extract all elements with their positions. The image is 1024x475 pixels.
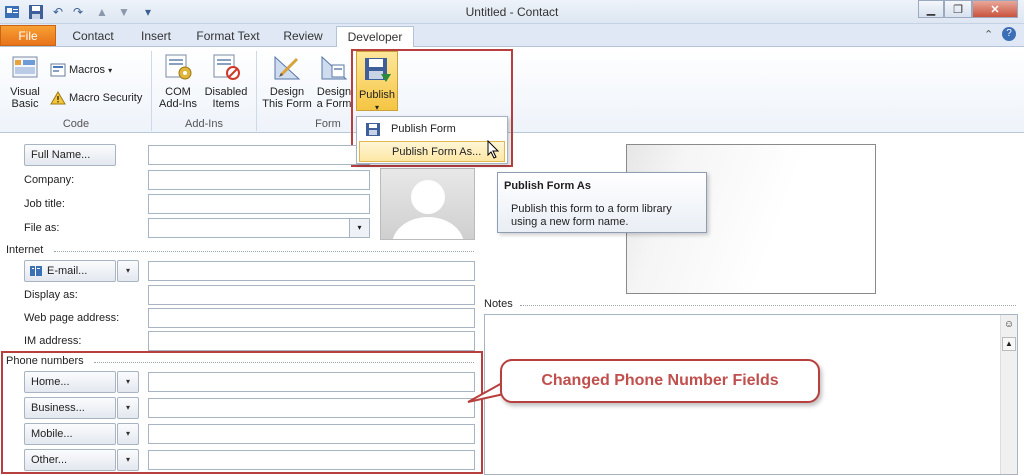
macros-button[interactable]: Macros ▾ — [50, 63, 112, 77]
macros-dropdown-icon: ▾ — [108, 65, 113, 75]
job-title-label: Job title: — [24, 198, 65, 210]
scroll-up-icon[interactable]: ▲ — [1002, 337, 1016, 351]
tooltip-title: Publish Form As — [504, 180, 591, 192]
contact-photo[interactable] — [380, 168, 475, 240]
publish-form-as-tooltip: Publish Form As Publish this form to a f… — [497, 172, 707, 233]
notes-label: Notes — [484, 298, 513, 310]
com-addins-button[interactable]: COM Add-Ins — [156, 51, 200, 110]
tab-contact[interactable]: Contact — [60, 26, 126, 47]
display-as-label: Display as: — [24, 289, 78, 301]
ribbon-separator — [256, 51, 257, 131]
im-address-label: IM address: — [24, 335, 82, 347]
company-label: Company: — [24, 174, 75, 186]
tooltip-body-line-1: Publish this form to a form library — [511, 203, 672, 215]
visual-basic-icon — [12, 56, 38, 78]
macros-icon — [50, 63, 66, 77]
tooltip-body-line-2: using a new form name. — [511, 216, 629, 228]
design-this-form-button[interactable]: Design This Form — [260, 51, 314, 110]
tab-format-text[interactable]: Format Text — [186, 26, 270, 47]
phone-highlight-box — [1, 351, 483, 474]
publish-form-label: Publish Form — [391, 123, 456, 135]
group-label-addins: Add-Ins — [185, 118, 223, 130]
notes-scrollbar[interactable]: ☺ ▲ — [1000, 315, 1017, 474]
internet-section-header: Internet — [6, 244, 44, 256]
close-icon[interactable]: ✕ — [972, 0, 1018, 18]
group-label-code: Code — [62, 118, 90, 130]
full-name-button[interactable]: Full Name... — [24, 144, 116, 166]
macros-label: Macros — [69, 64, 106, 76]
im-address-field[interactable] — [148, 331, 475, 351]
com-addins-label-2: Add-Ins — [159, 98, 197, 110]
macro-security-label: Macro Security — [69, 92, 143, 104]
tab-developer[interactable]: Developer — [336, 26, 414, 49]
visual-basic-button[interactable]: Visual Basic — [4, 51, 46, 110]
disabled-items-button[interactable]: Disabled Items — [202, 51, 250, 110]
design-this-form-icon — [274, 55, 301, 80]
ribbon-tabs: File Contact Insert Format Text Review D… — [0, 24, 1024, 49]
com-addins-label-1: COM — [165, 86, 191, 98]
minimize-icon[interactable]: ▁ — [918, 0, 944, 18]
email-button-label: E-mail... — [47, 265, 88, 277]
design-this-form-label-2: This Form — [262, 98, 312, 110]
file-as-field[interactable]: ▾ — [148, 218, 370, 238]
disabled-items-icon — [213, 54, 240, 80]
ribbon-separator — [151, 51, 152, 131]
design-a-form-icon — [321, 55, 348, 80]
file-as-dropdown-icon[interactable]: ▾ — [349, 219, 369, 237]
design-a-form-label-2: a Form — [316, 98, 352, 110]
restore-icon[interactable]: ❐ — [944, 0, 972, 18]
disabled-items-label-1: Disabled — [204, 86, 248, 98]
tab-file[interactable]: File — [0, 25, 56, 46]
visual-basic-label-2: Basic — [11, 98, 39, 110]
menu-item-publish-form-as[interactable]: Publish Form As... — [359, 141, 505, 162]
publish-form-as-label: Publish Form As... — [392, 146, 482, 158]
com-addins-icon — [165, 54, 192, 80]
full-name-field[interactable] — [148, 145, 370, 165]
design-this-form-label-1: Design — [269, 86, 305, 98]
tab-review[interactable]: Review — [272, 26, 334, 47]
publish-form-icon — [366, 123, 380, 136]
section-divider — [520, 305, 1016, 306]
section-divider — [54, 251, 474, 252]
design-a-form-button[interactable]: Design a Form — [314, 51, 354, 110]
email-button[interactable]: E-mail... — [24, 260, 116, 282]
mouse-cursor-icon — [487, 140, 500, 159]
tab-insert[interactable]: Insert — [128, 26, 184, 47]
visual-basic-label-1: Visual — [10, 86, 40, 98]
macro-security-button[interactable]: Macro Security — [50, 91, 142, 105]
warning-icon — [50, 91, 66, 105]
title-bar: ↶ ↷ ▲ ▼ ▾ Untitled - Contact ▁ ❐ ✕ — [0, 0, 1024, 24]
file-as-label: File as: — [24, 222, 60, 234]
person-silhouette-icon — [392, 180, 464, 239]
smiley-icon[interactable]: ☺ — [1002, 319, 1016, 333]
help-icon[interactable]: ? — [1002, 27, 1016, 41]
company-field[interactable] — [148, 170, 370, 190]
address-book-icon — [30, 266, 42, 276]
window-title: Untitled - Contact — [465, 5, 559, 19]
web-page-label: Web page address: — [24, 312, 120, 324]
disabled-items-label-2: Items — [212, 98, 240, 110]
design-a-form-label-1: Design — [316, 86, 352, 98]
email-field[interactable] — [148, 261, 475, 281]
web-page-field[interactable] — [148, 308, 475, 328]
menu-item-publish-form[interactable]: Publish Form — [359, 119, 505, 140]
collapse-ribbon-icon[interactable]: ⌃ — [984, 28, 993, 41]
email-dropdown-icon[interactable]: ▾ — [117, 260, 139, 282]
display-as-field[interactable] — [148, 285, 475, 305]
job-title-field[interactable] — [148, 194, 370, 214]
callout-text: Changed Phone Number Fields — [541, 372, 779, 389]
annotation-callout: Changed Phone Number Fields — [500, 359, 820, 403]
